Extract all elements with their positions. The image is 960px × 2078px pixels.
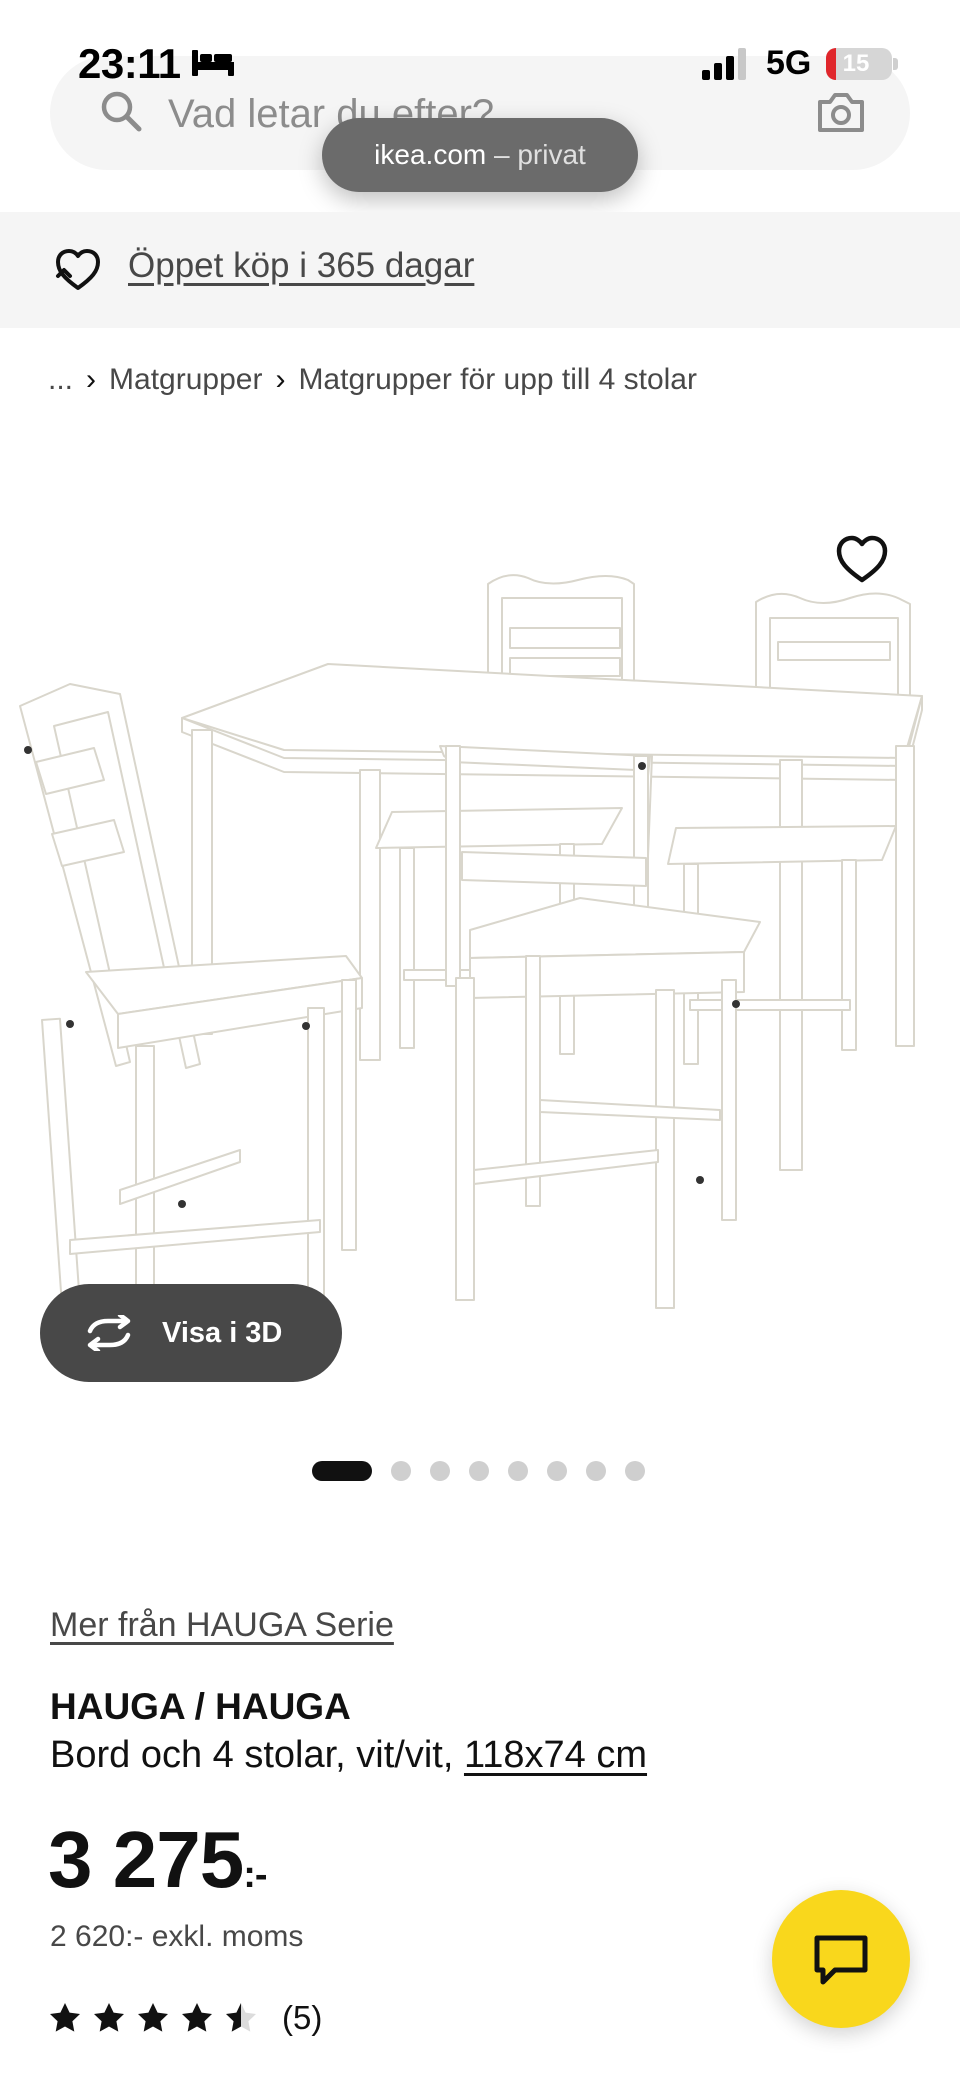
price-value: 3 275 xyxy=(48,1815,244,1904)
star-icon xyxy=(138,2003,168,2032)
image-carousel-dots xyxy=(312,1461,664,1481)
product-rating[interactable]: (5) xyxy=(48,1996,322,2040)
series-link[interactable]: Mer från HAUGA Serie xyxy=(50,1606,394,1645)
price-suffix: :- xyxy=(243,1854,267,1896)
rating-count: (5) xyxy=(282,1999,323,2036)
return-policy-link[interactable]: Öppet köp i 365 dagar xyxy=(128,246,474,286)
rotate-3d-icon xyxy=(87,1315,131,1351)
half-star-icon xyxy=(226,2003,256,2032)
browser-mode: – privat xyxy=(486,139,586,170)
favorite-heart-icon[interactable] xyxy=(834,532,890,588)
battery-label: 15 xyxy=(842,50,870,77)
breadcrumb: ... › Matgrupper › Matgrupper för upp ti… xyxy=(48,360,697,400)
star-icon xyxy=(182,2003,212,2032)
breadcrumb-ellipsis[interactable]: ... xyxy=(48,363,73,397)
view-3d-button[interactable]: Visa i 3D xyxy=(40,1284,342,1382)
signal-icon xyxy=(702,48,746,80)
network-label: 5G xyxy=(766,44,812,82)
browser-domain-pill[interactable]: ikea.com – privat xyxy=(322,118,638,192)
carousel-dot[interactable] xyxy=(508,1461,528,1481)
breadcrumb-item-matgrupper[interactable]: Matgrupper xyxy=(109,363,262,397)
carousel-dot[interactable] xyxy=(625,1461,645,1481)
camera-icon[interactable] xyxy=(816,88,866,134)
carousel-dot[interactable] xyxy=(547,1461,567,1481)
product-description: Bord och 4 stolar, vit/vit, 118x74 cm xyxy=(50,1734,647,1777)
star-icon xyxy=(94,2003,124,2032)
carousel-dot[interactable] xyxy=(312,1461,372,1481)
product-name: HAUGA / HAUGA xyxy=(50,1686,351,1727)
product-description-text: Bord och 4 stolar, vit/vit, xyxy=(50,1734,464,1776)
chevron-right-icon: › xyxy=(86,363,97,396)
product-size-link[interactable]: 118x74 cm xyxy=(464,1734,647,1776)
return-heart-icon xyxy=(56,249,100,290)
carousel-dot[interactable] xyxy=(391,1461,411,1481)
breadcrumb-item-current[interactable]: Matgrupper för upp till 4 stolar xyxy=(298,363,697,397)
browser-domain: ikea.com xyxy=(374,139,487,170)
product-price: 3 275:- xyxy=(48,1814,268,1906)
status-time: 23:11 xyxy=(78,40,181,87)
battery-nub xyxy=(893,58,898,70)
battery-icon: 15 xyxy=(826,48,892,80)
bed-icon xyxy=(192,50,234,76)
price-ex-vat: 2 620:- exkl. moms xyxy=(50,1920,304,1953)
chat-button[interactable] xyxy=(772,1890,910,2028)
carousel-dot[interactable] xyxy=(430,1461,450,1481)
chevron-right-icon: › xyxy=(275,363,286,396)
chat-icon xyxy=(814,1935,868,1985)
view-3d-label: Visa i 3D xyxy=(162,1316,283,1349)
search-icon xyxy=(101,91,142,132)
star-icon xyxy=(50,2003,80,2032)
carousel-dot[interactable] xyxy=(586,1461,606,1481)
carousel-dot[interactable] xyxy=(469,1461,489,1481)
return-policy-banner: Öppet köp i 365 dagar xyxy=(0,212,960,328)
